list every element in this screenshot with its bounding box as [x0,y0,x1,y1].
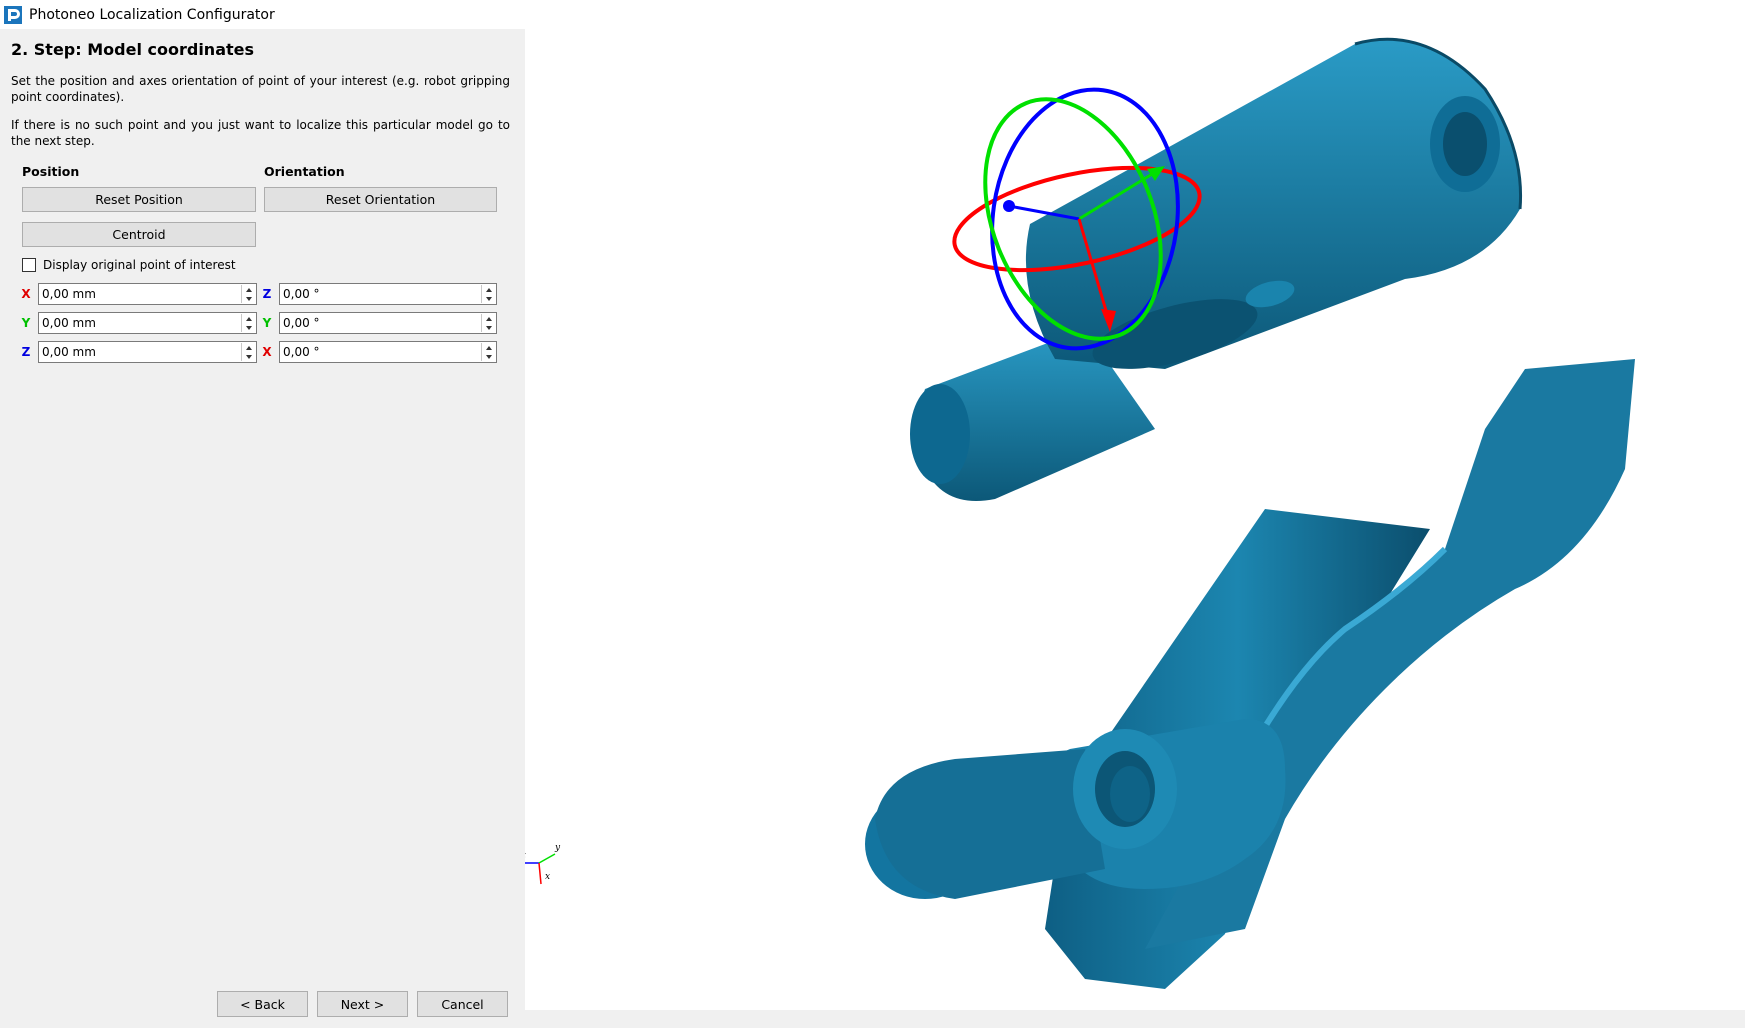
orientation-y-value: 0,00 ° [283,316,320,330]
orientation-y-spinner[interactable] [481,314,495,332]
checkbox-label: Display original point of interest [43,258,236,272]
bracket-model [865,37,1635,989]
title-bar: Photoneo Localization Configurator [0,0,1745,29]
step-description: Set the position and axes orientation of… [11,74,510,104]
checkbox-box[interactable] [22,258,36,272]
orientation-y-input[interactable]: 0,00 ° [279,312,497,334]
display-original-poi-checkbox[interactable]: Display original point of interest [22,258,236,272]
orientation-z-input[interactable]: 0,00 ° [279,283,497,305]
position-label: Position [22,164,80,179]
position-x-spinner[interactable] [241,285,255,303]
orientation-y-label: Y [262,316,272,330]
orientation-z-label: Z [262,287,272,301]
position-z-label: Z [21,345,31,359]
photoneo-logo-icon [4,5,22,24]
reset-position-button[interactable]: Reset Position [22,187,256,212]
position-z-spinner[interactable] [241,343,255,361]
position-y-value: 0,00 mm [42,316,96,330]
triad-y-label: y [554,843,561,853]
orientation-label: Orientation [264,164,345,179]
centroid-button[interactable]: Centroid [22,222,256,247]
position-z-value: 0,00 mm [42,345,96,359]
orientation-x-label: X [262,345,272,359]
position-y-label: Y [21,316,31,330]
position-y-input[interactable]: 0,00 mm [38,312,257,334]
orientation-z-value: 0,00 ° [283,287,320,301]
position-x-value: 0,00 mm [42,287,96,301]
position-x-label: X [21,287,31,301]
cancel-button[interactable]: Cancel [417,991,508,1017]
3d-viewport[interactable]: z y x [520,29,1745,1010]
axis-triad-icon: z y x [520,843,561,885]
config-panel: 2. Step: Model coordinates Set the posit… [0,29,525,1028]
position-y-spinner[interactable] [241,314,255,332]
orientation-x-input[interactable]: 0,00 ° [279,341,497,363]
status-strip [525,1010,1745,1028]
orientation-z-spinner[interactable] [481,285,495,303]
step-hint: If there is no such point and you just w… [11,118,510,148]
reset-orientation-button[interactable]: Reset Orientation [264,187,497,212]
position-x-input[interactable]: 0,00 mm [38,283,257,305]
position-z-input[interactable]: 0,00 mm [38,341,257,363]
window-title: Photoneo Localization Configurator [29,6,275,23]
orientation-x-spinner[interactable] [481,343,495,361]
back-button[interactable]: < Back [217,991,308,1017]
orientation-x-value: 0,00 ° [283,345,320,359]
triad-z-label: z [525,851,526,861]
step-title: 2. Step: Model coordinates [11,40,255,59]
next-button[interactable]: Next > [317,991,408,1017]
model-render: z y x [520,37,1635,989]
triad-x-label: x [545,872,550,882]
